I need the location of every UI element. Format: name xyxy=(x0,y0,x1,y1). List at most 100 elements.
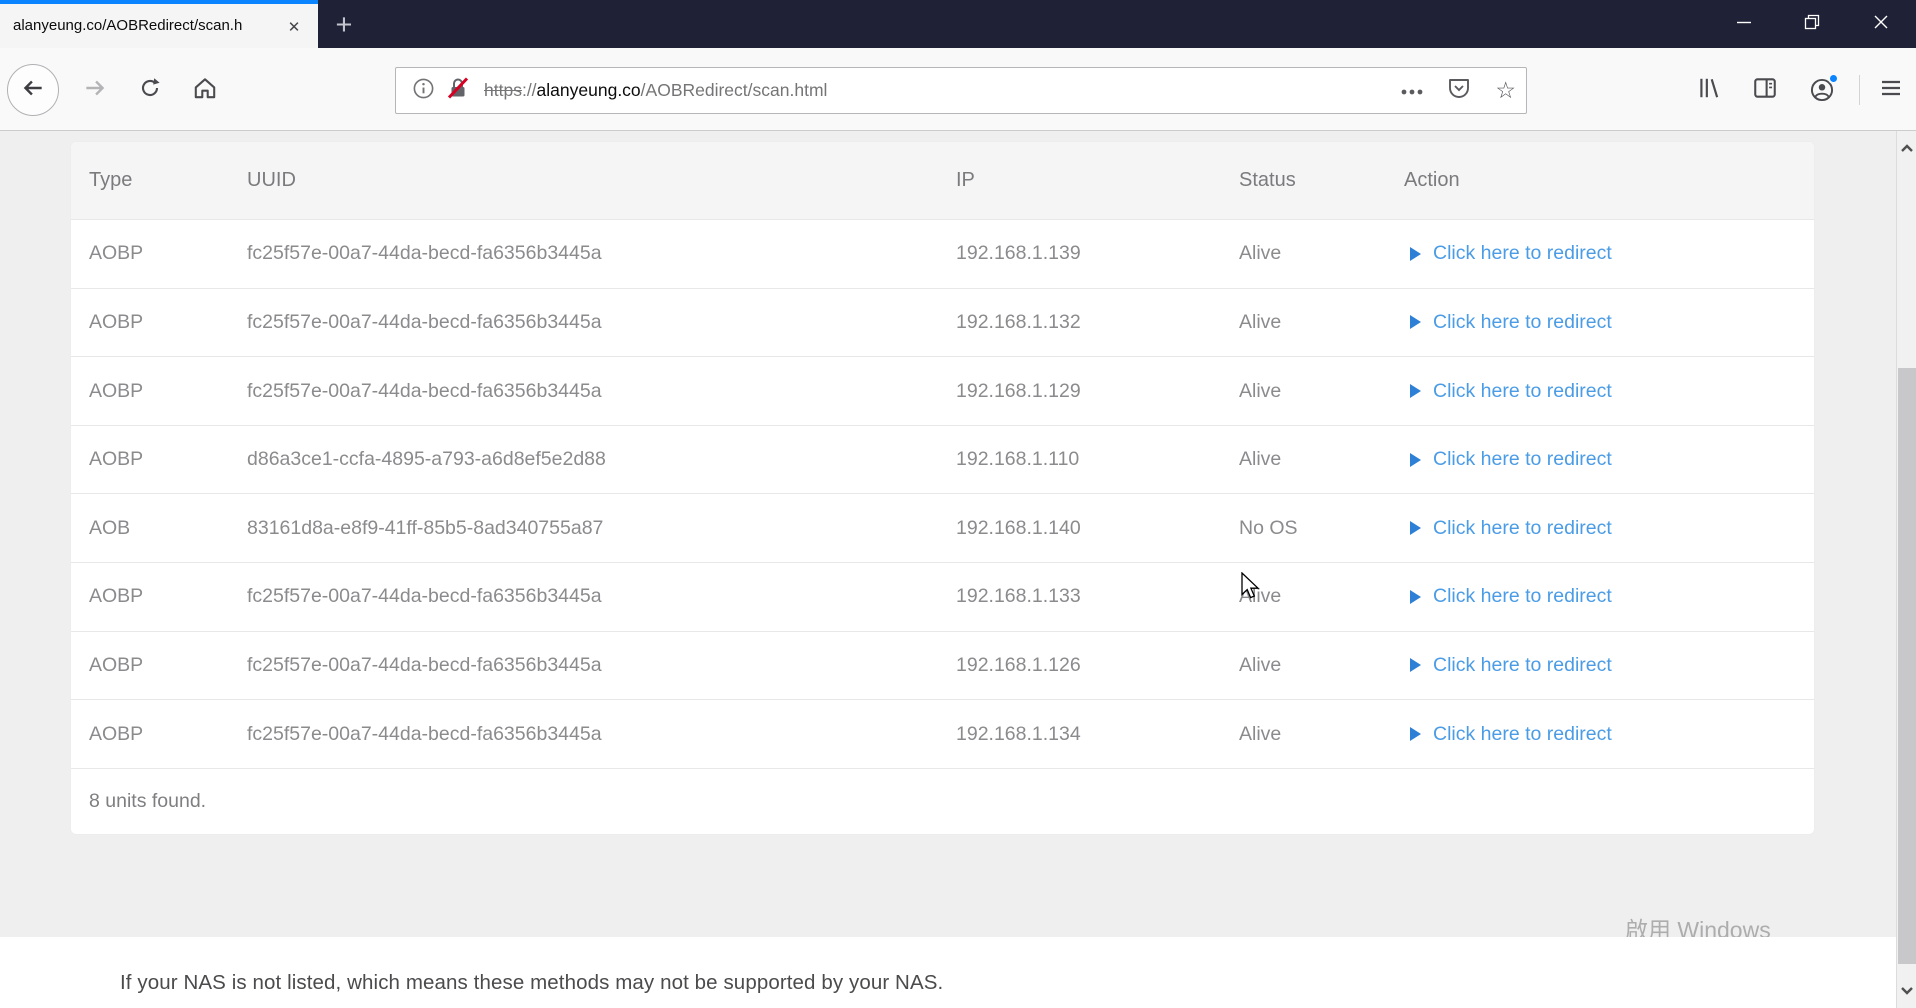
cell-status: Alive xyxy=(1239,653,1282,676)
table-row: AOBP fc25f57e-00a7-44da-becd-fa6356b3445… xyxy=(71,219,1814,288)
menu-button[interactable] xyxy=(1873,72,1909,108)
tab-close-icon[interactable]: ✕ xyxy=(282,15,306,39)
account-button[interactable] xyxy=(1804,72,1840,108)
cell-status: Alive xyxy=(1239,310,1282,333)
redirect-triangle-icon xyxy=(1410,727,1421,742)
url-bar[interactable]: https://alanyeung.co/AOBRedirect/scan.ht… xyxy=(395,67,1527,114)
sidebar-icon xyxy=(1752,75,1778,106)
new-tab-button[interactable]: + xyxy=(326,7,362,43)
column-header-action: Action xyxy=(1404,169,1460,191)
scroll-up-arrow-icon[interactable] xyxy=(1900,140,1914,158)
hamburger-menu-icon xyxy=(1879,76,1903,105)
redirect-triangle-icon xyxy=(1410,384,1421,399)
table-row: AOBP d86a3ce1-ccfa-4895-a793-a6d8ef5e2d8… xyxy=(71,424,1814,494)
sidebar-button[interactable] xyxy=(1747,72,1783,108)
cell-ip: 192.168.1.132 xyxy=(956,310,1081,333)
scroll-down-arrow-icon[interactable] xyxy=(1900,983,1914,1001)
nas-note-text: If your NAS is not listed, which means t… xyxy=(120,971,944,994)
cell-ip: 192.168.1.140 xyxy=(956,516,1081,539)
cell-type: AOBP xyxy=(89,242,144,265)
url-text: https://alanyeung.co/AOBRedirect/scan.ht… xyxy=(484,80,827,101)
pocket-icon[interactable] xyxy=(1447,76,1471,105)
vertical-scrollbar[interactable] xyxy=(1896,131,1916,1008)
table-row: AOBP fc25f57e-00a7-44da-becd-fa6356b3445… xyxy=(71,630,1814,700)
window-close-button[interactable] xyxy=(1858,0,1904,48)
units-found-text: 8 units found. xyxy=(89,790,207,813)
cell-type: AOBP xyxy=(89,448,144,471)
back-icon xyxy=(20,75,46,106)
cell-uuid: fc25f57e-00a7-44da-becd-fa6356b3445a xyxy=(247,585,602,608)
table-row: AOBP fc25f57e-00a7-44da-becd-fa6356b3445… xyxy=(71,287,1814,357)
column-header-uuid: UUID xyxy=(247,169,296,191)
toolbar-separator xyxy=(1859,75,1860,105)
column-header-status: Status xyxy=(1239,169,1296,191)
column-header-ip: IP xyxy=(956,169,975,191)
cell-uuid: fc25f57e-00a7-44da-becd-fa6356b3445a xyxy=(247,722,602,745)
cell-ip: 192.168.1.110 xyxy=(956,448,1080,471)
insecure-lock-icon[interactable] xyxy=(446,76,470,105)
redirect-link[interactable]: Click here to redirect xyxy=(1433,654,1612,677)
cell-uuid: fc25f57e-00a7-44da-becd-fa6356b3445a xyxy=(247,310,602,333)
scan-results-table: Type UUID IP Status Action AOBP fc25f57e… xyxy=(70,141,1815,835)
cell-uuid: fc25f57e-00a7-44da-becd-fa6356b3445a xyxy=(247,379,602,402)
cell-type: AOB xyxy=(89,516,131,539)
cell-uuid: fc25f57e-00a7-44da-becd-fa6356b3445a xyxy=(247,653,602,676)
library-button[interactable] xyxy=(1691,72,1727,108)
library-icon xyxy=(1696,75,1722,106)
redirect-link[interactable]: Click here to redirect xyxy=(1433,723,1612,746)
tab-title: alanyeung.co/AOBRedirect/scan.h xyxy=(13,17,243,34)
cell-action: Click here to redirect xyxy=(1386,723,1814,746)
bookmark-star-icon[interactable]: ☆ xyxy=(1495,79,1516,102)
table-row: AOBP fc25f57e-00a7-44da-becd-fa6356b3445… xyxy=(71,562,1814,631)
cell-ip: 192.168.1.126 xyxy=(956,653,1081,676)
cell-action: Click here to redirect xyxy=(1386,311,1814,334)
active-tab[interactable]: alanyeung.co/AOBRedirect/scan.h ✕ xyxy=(0,0,318,48)
redirect-link[interactable]: Click here to redirect xyxy=(1433,380,1612,403)
account-notification-dot xyxy=(1828,73,1839,84)
table-body: AOBP fc25f57e-00a7-44da-becd-fa6356b3445… xyxy=(71,219,1814,768)
home-icon xyxy=(192,75,218,106)
close-icon xyxy=(1873,14,1889,35)
cell-status: Alive xyxy=(1239,448,1282,471)
forward-button[interactable] xyxy=(77,72,113,108)
back-button[interactable] xyxy=(7,64,59,116)
cell-status: Alive xyxy=(1239,242,1282,265)
cell-ip: 192.168.1.129 xyxy=(956,379,1081,402)
url-path: /AOBRedirect/scan.html xyxy=(640,80,828,100)
cell-status: Alive xyxy=(1239,379,1282,402)
table-row: AOBP fc25f57e-00a7-44da-becd-fa6356b3445… xyxy=(71,356,1814,425)
restore-icon xyxy=(1804,14,1820,35)
cell-type: AOBP xyxy=(89,379,144,402)
redirect-link[interactable]: Click here to redirect xyxy=(1433,242,1612,265)
cell-action: Click here to redirect xyxy=(1386,654,1814,677)
scrollbar-thumb[interactable] xyxy=(1898,368,1916,964)
redirect-triangle-icon xyxy=(1410,315,1421,330)
table-row: AOB 83161d8a-e8f9-41ff-85b5-8ad340755a87… xyxy=(71,493,1814,563)
window-restore-button[interactable] xyxy=(1789,0,1835,48)
titlebar: alanyeung.co/AOBRedirect/scan.h ✕ + xyxy=(0,0,1916,48)
url-scheme: https xyxy=(484,80,522,100)
cell-action: Click here to redirect xyxy=(1386,380,1814,403)
cell-action: Click here to redirect xyxy=(1386,585,1814,608)
home-button[interactable] xyxy=(187,72,223,108)
cell-uuid: fc25f57e-00a7-44da-becd-fa6356b3445a xyxy=(247,242,602,265)
minimize-icon xyxy=(1736,14,1752,35)
redirect-triangle-icon xyxy=(1410,658,1421,673)
page-actions-icon[interactable] xyxy=(1401,82,1423,100)
table-header-row: Type UUID IP Status Action xyxy=(71,142,1814,219)
cell-ip: 192.168.1.133 xyxy=(956,585,1081,608)
redirect-triangle-icon xyxy=(1410,246,1421,261)
tab-title-fade xyxy=(245,4,279,48)
cell-ip: 192.168.1.139 xyxy=(956,242,1081,265)
redirect-link[interactable]: Click here to redirect xyxy=(1433,448,1612,471)
reload-icon xyxy=(138,76,162,105)
redirect-link[interactable]: Click here to redirect xyxy=(1433,585,1612,608)
redirect-link[interactable]: Click here to redirect xyxy=(1433,517,1612,540)
mouse-cursor xyxy=(1240,571,1264,609)
navigation-toolbar: https://alanyeung.co/AOBRedirect/scan.ht… xyxy=(0,48,1916,131)
reload-button[interactable] xyxy=(132,72,168,108)
window-minimize-button[interactable] xyxy=(1721,0,1767,48)
redirect-link[interactable]: Click here to redirect xyxy=(1433,311,1612,334)
site-info-icon[interactable] xyxy=(412,77,435,105)
cell-uuid: 83161d8a-e8f9-41ff-85b5-8ad340755a87 xyxy=(247,516,604,539)
